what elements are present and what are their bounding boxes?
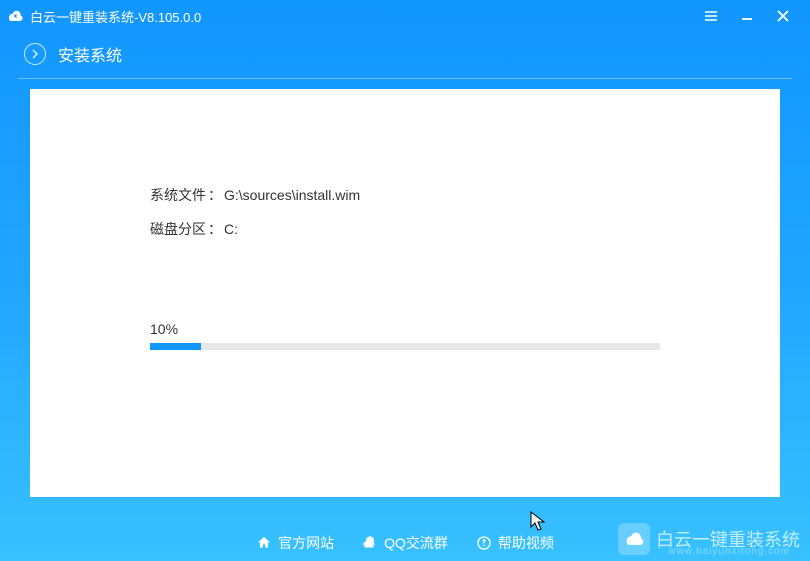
help-video-link[interactable]: 帮助视频 [476,533,554,553]
cursor-icon [530,511,546,533]
subheader: 安装系统 [0,32,810,78]
separator: ： [208,221,222,237]
menu-icon[interactable] [702,7,720,25]
help-video-label: 帮助视频 [498,533,554,553]
disk-partition-value: C: [224,221,238,237]
main-panel: 系统文件：G:\sources\install.wim 磁盘分区：C: 10% [30,89,780,497]
step-indicator-icon [24,43,46,65]
subheader-title: 安装系统 [58,42,122,66]
progress-percent-text: 10% [150,321,660,337]
qq-group-label: QQ交流群 [384,533,448,553]
app-logo-icon [6,7,24,25]
help-icon [476,535,492,551]
close-button[interactable] [774,7,792,25]
progress-area: 10% [150,321,660,350]
separator: ： [208,187,222,203]
progress-bar-fill [150,343,201,350]
system-file-label: 系统文件 [150,187,206,203]
minimize-button[interactable] [738,7,756,25]
official-site-link[interactable]: 官方网站 [256,533,334,553]
progress-bar-track [150,343,660,350]
disk-partition-label: 磁盘分区 [150,221,206,237]
home-icon [256,535,272,551]
disk-partition-row: 磁盘分区：C: [150,219,360,239]
app-title: 白云一键重装系统-V8.105.0.0 [30,7,201,26]
header-divider [18,78,792,79]
system-file-value: G:\sources\install.wim [224,187,360,203]
qq-group-link[interactable]: QQ交流群 [362,533,448,553]
footer-links: 官方网站 QQ交流群 帮助视频 [0,533,810,553]
official-site-label: 官方网站 [278,533,334,553]
titlebar: 白云一键重装系统-V8.105.0.0 [0,0,810,32]
qq-icon [362,535,378,551]
system-file-row: 系统文件：G:\sources\install.wim [150,185,360,205]
install-info: 系统文件：G:\sources\install.wim 磁盘分区：C: [150,185,360,253]
window-controls [702,7,804,25]
